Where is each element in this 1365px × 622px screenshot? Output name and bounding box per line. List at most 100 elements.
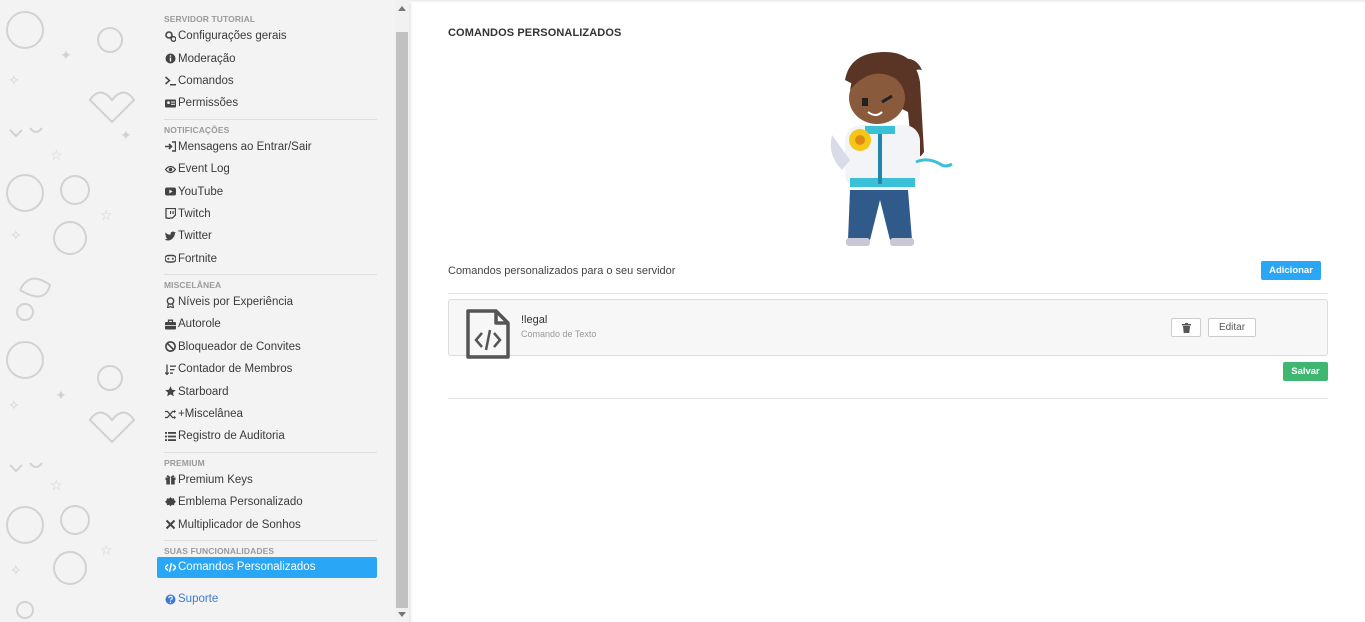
svg-text:☆: ☆ [50,478,63,494]
sidebar-item-premium-keys[interactable]: Premium Keys [157,469,377,491]
gift-icon [164,474,176,486]
sidebar-item-registro-de-auditoria[interactable]: Registro de Auditoria [157,425,377,447]
svg-text:☆: ☆ [100,543,113,559]
section-title: NOTIFICAÇÕES [164,124,230,135]
sidebar-item-label: YouTube [178,185,224,198]
sidebar-item-label: Contador de Membros [178,363,293,376]
sidebar-item-comandos-personalizados[interactable]: Comandos Personalizados [157,556,377,578]
add-command-button[interactable]: Adicionar [1261,261,1321,280]
sidebar-item-twitch[interactable]: Twitch [157,203,377,225]
sidebar-item-label: Bloqueador de Convites [178,340,301,353]
sidebar-item-label: Twitch [178,207,211,220]
code-icon [164,561,176,573]
svg-text:✦: ✦ [60,48,72,64]
sidebar-item-miscelanea[interactable]: +Miscelânea [157,403,377,425]
sidebar-item-label: Twitter [178,230,212,243]
divider [448,398,1328,399]
svg-text:✧: ✧ [10,228,22,244]
svg-text:✧: ✧ [8,398,20,414]
sidebar-item-youtube[interactable]: YouTube [157,180,377,202]
trash-icon [1181,322,1191,333]
briefcase-icon [164,318,176,330]
section-subtitle: Comandos personalizados para o seu servi… [448,265,676,277]
svg-text:☆: ☆ [50,148,63,164]
sidebar-item-label: +Miscelânea [178,408,243,421]
sidebar-item-fortnite[interactable]: Fortnite [157,248,377,270]
sidebar-item-bloqueador-de-convites[interactable]: Bloqueador de Convites [157,336,377,358]
section-divider [164,451,377,453]
sidebar-item-autorole[interactable]: Autorole [157,313,377,335]
section-title: SUAS FUNCIONALIDADES [164,545,275,556]
top-shadow [409,0,1365,3]
delete-command-button[interactable] [1171,318,1201,337]
sidebar-item-event-log[interactable]: Event Log [157,158,377,180]
terminal-icon [164,75,176,87]
ribbon-icon [164,296,176,308]
save-button[interactable]: Salvar [1283,362,1328,381]
info-icon [164,53,176,65]
eye-icon [164,163,176,175]
scroll-down-arrow[interactable] [398,612,406,617]
sidebar-item-label: Configurações gerais [178,30,287,43]
sidebar-item-configuracoes-gerais[interactable]: Configurações gerais [157,25,377,47]
support-link[interactable]: Suporte [157,588,377,610]
scroll-thumb[interactable] [396,32,408,608]
doodle-background: ✦ ✧ ✦ ☆ ☆ ✧ ✦ ✧ ☆ ☆ ✧ [6,11,136,619]
svg-text:☆: ☆ [100,208,113,224]
sidebar: ✦ ✧ ✦ ☆ ☆ ✧ ✦ ✧ ☆ ☆ ✧ SERVIDOR TUTORIAL Configur… [0,0,395,622]
twitch-icon [164,208,176,220]
sidebar-item-label: Mensagens ao Entrar/Sair [178,140,312,153]
id-card-icon [164,97,176,109]
sidebar-item-twitter[interactable]: Twitter [157,225,377,247]
section-divider [164,118,377,120]
section-title: SERVIDOR TUTORIAL [164,14,256,24]
sidebar-item-label: Moderação [178,52,236,65]
content-shadow [409,0,413,622]
sign-in-icon [164,141,176,153]
certificate-icon [164,496,176,508]
random-icon [164,408,176,420]
sidebar-scrollbar[interactable] [395,0,409,622]
times-icon [164,519,176,531]
sidebar-item-emblema-personalizado[interactable]: Emblema Personalizado [157,491,377,513]
section-divider [164,273,377,275]
sidebar-item-label: Comandos Personalizados [178,561,316,574]
command-card[interactable]: !legal Comando de Texto Editar [448,299,1328,359]
sidebar-item-label: Registro de Auditoria [178,430,285,443]
divider [448,293,1328,294]
section-title: MISCELÂNEA [164,279,222,290]
sidebar-item-label: Comandos [178,74,234,87]
mascot-illustration [830,52,953,246]
svg-text:✦: ✦ [120,128,132,144]
sidebar-item-contador-de-membros[interactable]: Contador de Membros [157,358,377,380]
sidebar-item-mensagens-ao-entrar-sair[interactable]: Mensagens ao Entrar/Sair [157,136,377,158]
star-icon [164,386,176,398]
sidebar-item-comandos[interactable]: Comandos [157,70,377,92]
svg-text:✧: ✧ [8,73,20,89]
section-divider [164,539,377,541]
edit-command-button[interactable]: Editar [1208,318,1256,337]
sidebar-item-label: Multiplicador de Sonhos [178,518,301,531]
sidebar-item-label: Starboard [178,385,229,398]
sidebar-item-label: Fortnite [178,252,217,265]
section-title: PREMIUM [164,457,205,468]
sidebar-item-label: Event Log [178,163,230,176]
scroll-up-arrow[interactable] [398,6,406,11]
list-icon [164,430,176,442]
svg-text:✦: ✦ [55,388,67,404]
sidebar-item-permissoes[interactable]: Permissões [157,92,377,114]
page-title: COMANDOS PERSONALIZADOS [448,27,622,39]
question-circle-icon [164,593,176,605]
sidebar-item-label: Emblema Personalizado [178,496,303,509]
sidebar-item-label: Autorole [178,318,221,331]
sidebar-item-multiplicador-de-sonhos[interactable]: Multiplicador de Sonhos [157,513,377,535]
youtube-icon [164,186,176,198]
sidebar-item-starboard[interactable]: Starboard [157,380,377,402]
svg-text:✧: ✧ [10,563,22,579]
command-type: Comando de Texto [521,329,597,339]
sidebar-menu: SERVIDOR TUTORIAL Configurações gerais Mod… [157,0,377,610]
sidebar-item-niveis-por-experiencia[interactable]: Níveis por Experiência [157,291,377,313]
sidebar-item-label: Permissões [178,97,239,110]
command-name: !legal [521,314,548,326]
sidebar-item-moderacao[interactable]: Moderação [157,47,377,69]
